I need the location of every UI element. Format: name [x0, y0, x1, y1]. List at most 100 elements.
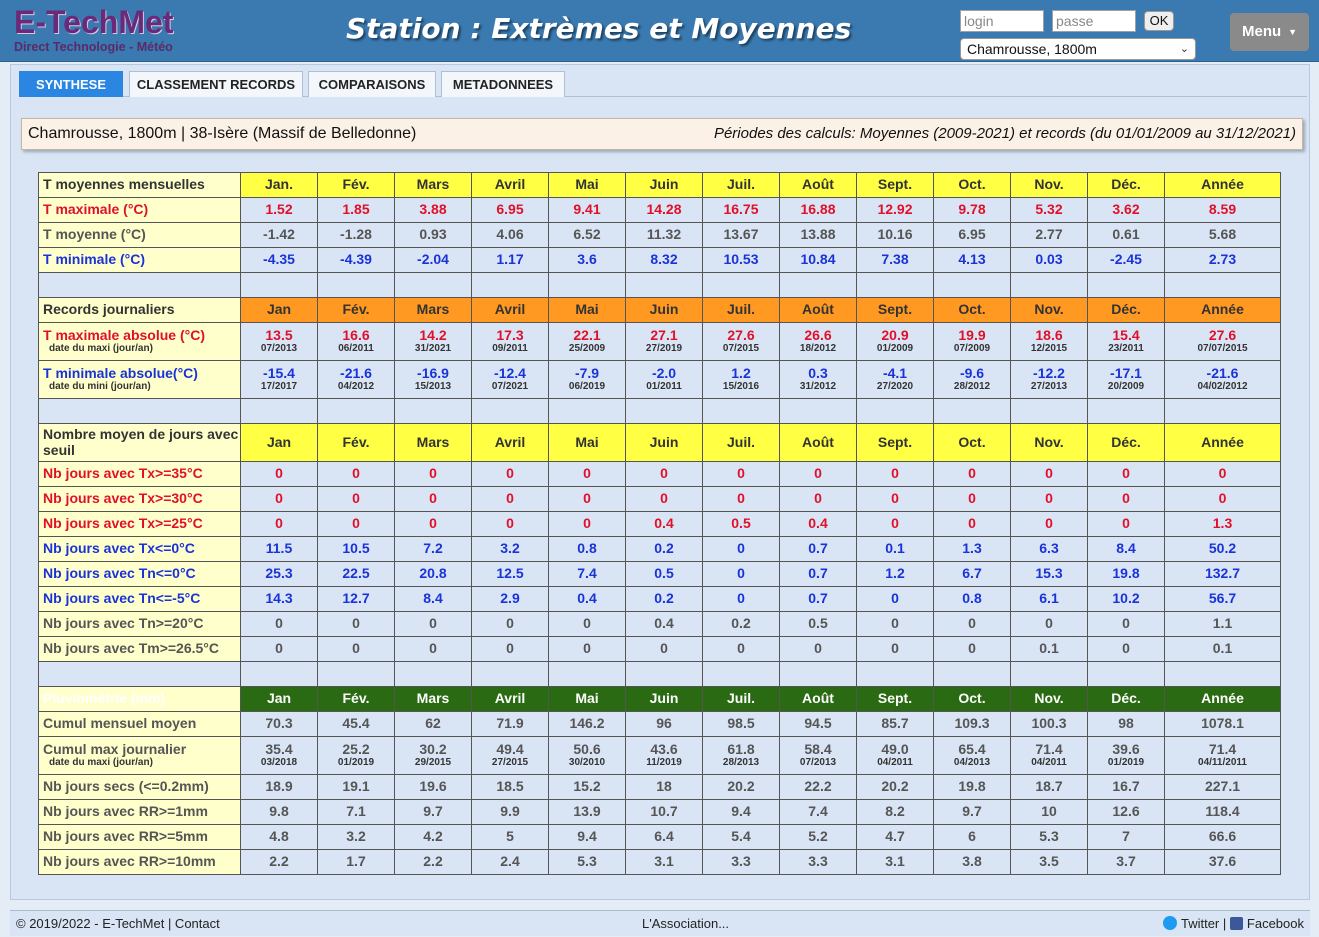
tab-synthese[interactable]: SYNTHESE — [19, 71, 123, 97]
cell-value: 0 — [583, 615, 591, 632]
cell-value: 227.1 — [1204, 778, 1241, 795]
value-cell: 8.4 — [394, 586, 472, 612]
menu-button[interactable]: Menu ▼ — [1230, 13, 1309, 51]
value-cell: 11.32 — [625, 222, 703, 248]
value-cell: 0 — [1010, 511, 1088, 537]
value-cell: 0 — [856, 461, 934, 487]
cell-value: 14.3 — [265, 590, 293, 607]
password-input[interactable]: passe — [1052, 10, 1136, 32]
tab-classement-records[interactable]: CLASSEMENT RECORDS — [129, 71, 303, 97]
value-cell: 0.2 — [625, 536, 703, 562]
value-cell: -4.35 — [240, 247, 318, 273]
login-input[interactable]: login — [960, 10, 1044, 32]
cell-date: 25/2009 — [568, 343, 606, 355]
twitter-icon — [1162, 916, 1177, 930]
cell-value: 9.4 — [731, 803, 751, 820]
empty-cell — [933, 661, 1011, 687]
cell-value: 3.1 — [654, 853, 674, 870]
column-header: Mars — [394, 423, 472, 462]
value-cell: 0 — [548, 486, 626, 512]
value-cell: 85.7 — [856, 711, 934, 737]
column-header: Sept. — [856, 172, 934, 198]
cell-value: 2.77 — [1035, 226, 1063, 243]
row-label-text: Nb jours avec Tn<=0°C — [43, 565, 196, 582]
cell-value: 5.2 — [808, 828, 828, 845]
cell-date: 27/2019 — [645, 343, 683, 355]
empty-cell — [779, 661, 857, 687]
value-cell: 22.1 25/2009 — [548, 322, 626, 361]
cell-value: 22.2 — [804, 778, 832, 795]
facebook-link[interactable]: Facebook — [1247, 916, 1304, 931]
logo-tagline: Direct Technologie - Météo — [14, 40, 173, 54]
cell-value: 15.2 — [573, 778, 601, 795]
value-cell: 8.59 — [1164, 197, 1281, 223]
value-cell: 0 — [1087, 461, 1165, 487]
table-row: Nb jours avec Tm>=26.5°C 0 0 0 0 0 0 0 0 0 0 0.1 0 0.… — [38, 636, 1281, 662]
footer-copyright[interactable]: © 2019/2022 - E-TechMet | Contact — [16, 911, 220, 937]
column-header: Fév. — [317, 297, 395, 323]
cell-value: 85.7 — [881, 715, 909, 732]
cell-value: 16.7 — [1112, 778, 1140, 795]
value-cell: 0.2 — [702, 611, 780, 637]
ok-button[interactable]: OK — [1144, 11, 1174, 31]
tab-comparaisons[interactable]: COMPARAISONS — [308, 71, 436, 97]
value-cell: 16.6 06/2011 — [317, 322, 395, 361]
column-header: Avril — [471, 172, 549, 198]
cell-value: 30.2 — [419, 740, 447, 757]
cell-value: 0 — [275, 465, 283, 482]
value-cell: 10.5 — [317, 536, 395, 562]
row-label-text: T maximale (°C) — [43, 201, 149, 218]
value-cell: 26.6 18/2012 — [779, 322, 857, 361]
cell-value: 0 — [660, 490, 668, 507]
empty-cell — [38, 661, 241, 687]
column-header: Jan — [240, 297, 318, 323]
footer-association-link[interactable]: L'Association... — [642, 911, 729, 937]
value-cell: 0.7 — [779, 561, 857, 587]
value-cell: 9.78 — [933, 197, 1011, 223]
row-label: T maximale (°C) — [38, 197, 241, 223]
cell-value: 0.4 — [577, 590, 597, 607]
cell-value: 0 — [429, 615, 437, 632]
value-cell: 118.4 — [1164, 799, 1281, 825]
value-cell: 71.9 — [471, 711, 549, 737]
cell-value: 0.1 — [885, 540, 905, 557]
cell-value: -15.4 — [263, 364, 295, 381]
cell-value: 0 — [506, 640, 514, 657]
cell-value: 4.13 — [958, 251, 986, 268]
tab-metadonnees[interactable]: METADONNEES — [441, 71, 565, 97]
cell-value: 12.6 — [1112, 803, 1140, 820]
row-label-text: Nb jours avec Tn>=20°C — [43, 615, 204, 632]
value-cell: 19.1 — [317, 774, 395, 800]
value-cell: -1.42 — [240, 222, 318, 248]
cell-date: 01/2011 — [646, 381, 682, 393]
value-cell: 39.6 01/2019 — [1087, 736, 1165, 775]
cell-value: 9.7 — [962, 803, 982, 820]
value-cell: 0 — [625, 461, 703, 487]
cell-value: 0.5 — [654, 565, 674, 582]
station-select[interactable]: Chamrousse, 1800m ⌄ — [960, 38, 1196, 60]
cell-value: 27.6 — [1208, 326, 1237, 343]
empty-cell — [471, 272, 549, 298]
empty-cell — [1087, 661, 1165, 687]
site-logo[interactable]: E-TechMet Direct Technologie - Météo — [14, 4, 200, 60]
column-header: Déc. — [1087, 297, 1165, 323]
value-cell: 7.1 — [317, 799, 395, 825]
cell-value: 0.3 — [808, 364, 828, 381]
cell-date: 15/2013 — [414, 381, 452, 393]
cell-value: 0 — [506, 615, 514, 632]
row-label-text: Nb jours avec Tx>=25°C — [43, 515, 203, 532]
cell-value: 19.1 — [342, 778, 370, 795]
cell-value: 0 — [352, 615, 360, 632]
row-label-text: Nb jours avec RR>=10mm — [43, 853, 216, 870]
value-cell: -16.9 15/2013 — [394, 360, 472, 399]
value-cell: 0 — [471, 636, 549, 662]
cell-value: -4.35 — [263, 251, 295, 268]
cell-date: 30/2010 — [568, 757, 606, 769]
value-cell: 7.38 — [856, 247, 934, 273]
row-label: Nb jours avec Tx<=0°C — [38, 536, 241, 562]
column-header: Août — [779, 686, 857, 712]
twitter-link[interactable]: Twitter — [1181, 916, 1219, 931]
value-cell: 22.5 — [317, 561, 395, 587]
column-header: Avril — [471, 686, 549, 712]
calculation-periods: Périodes des calculs: Moyennes (2009-202… — [713, 125, 1296, 142]
